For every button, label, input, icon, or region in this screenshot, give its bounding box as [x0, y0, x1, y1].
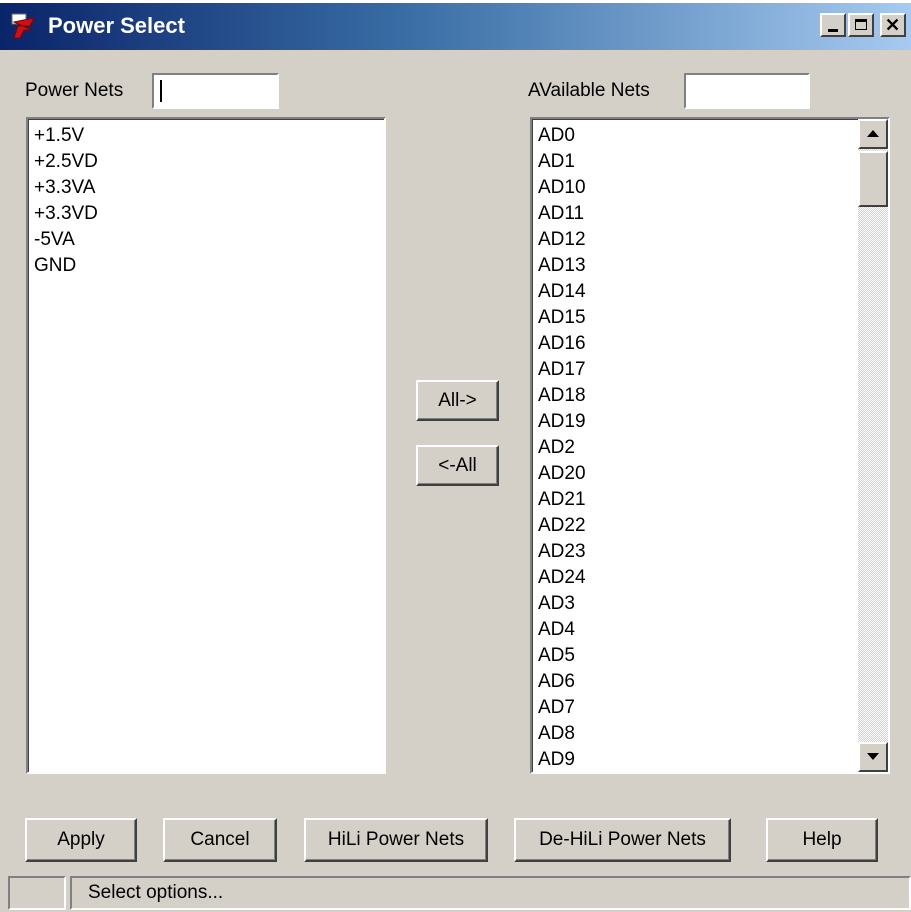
power-nets-filter-input[interactable]	[152, 73, 279, 109]
list-item[interactable]: +2.5VD	[30, 149, 384, 175]
list-item[interactable]: AD12	[534, 227, 856, 253]
minimize-icon	[828, 29, 838, 32]
list-item[interactable]: AD21	[534, 487, 856, 513]
status-text: Select options...	[70, 876, 911, 910]
help-button[interactable]: Help	[766, 818, 878, 862]
list-item[interactable]: AD23	[534, 539, 856, 565]
list-item[interactable]: AD11	[534, 201, 856, 227]
status-indicator-pane	[8, 876, 66, 910]
list-item[interactable]: +3.3VA	[30, 175, 384, 201]
list-item[interactable]: AD19	[534, 409, 856, 435]
list-item[interactable]: AD10	[534, 175, 856, 201]
cancel-button[interactable]: Cancel	[163, 818, 277, 862]
list-item[interactable]: GND	[30, 253, 384, 279]
available-nets-filter-input[interactable]	[684, 73, 810, 109]
list-item[interactable]: AD20	[534, 461, 856, 487]
list-item[interactable]: AD17	[534, 357, 856, 383]
list-item[interactable]: AD3	[534, 591, 856, 617]
list-item[interactable]: AD6	[534, 669, 856, 695]
close-icon	[886, 18, 899, 31]
power-nets-label: Power Nets	[25, 80, 124, 101]
move-all-left-button[interactable]: <-All	[416, 445, 499, 486]
close-button[interactable]	[880, 13, 906, 37]
scroll-up-button[interactable]	[858, 119, 888, 149]
list-item[interactable]: AD13	[534, 253, 856, 279]
power-nets-list[interactable]: +1.5V +2.5VD +3.3VA +3.3VD -5VA GND	[26, 117, 386, 774]
title-bar[interactable]: Power Select	[0, 0, 911, 50]
list-item[interactable]: AD22	[534, 513, 856, 539]
list-item[interactable]: +1.5V	[30, 123, 384, 149]
maximize-button[interactable]	[848, 13, 874, 37]
window-title: Power Select	[48, 13, 185, 38]
list-item[interactable]: -5VA	[30, 227, 384, 253]
list-item[interactable]: AD9	[534, 747, 856, 772]
list-item[interactable]: AD18	[534, 383, 856, 409]
app-logo-icon	[11, 13, 35, 39]
minimize-button[interactable]	[820, 13, 846, 37]
available-nets-scrollbar[interactable]	[858, 119, 888, 772]
scroll-down-button[interactable]	[858, 742, 888, 772]
scroll-thumb[interactable]	[858, 151, 888, 207]
list-item[interactable]: AD15	[534, 305, 856, 331]
list-item[interactable]: AD1	[534, 149, 856, 175]
list-item[interactable]: AD5	[534, 643, 856, 669]
available-nets-list[interactable]: AD0 AD1 AD10 AD11 AD12 AD13 AD14 AD15 AD16 AD17 AD…	[530, 117, 890, 774]
list-item[interactable]: AD2	[534, 435, 856, 461]
list-item[interactable]: AD4	[534, 617, 856, 643]
list-item[interactable]: AD14	[534, 279, 856, 305]
hili-power-nets-button[interactable]: HiLi Power Nets	[304, 818, 488, 862]
list-item[interactable]: +3.3VD	[30, 201, 384, 227]
scroll-up-arrow-icon	[867, 130, 879, 137]
dehili-power-nets-button[interactable]: De-HiLi Power Nets	[514, 818, 731, 862]
text-caret	[160, 80, 162, 102]
scroll-down-arrow-icon	[867, 753, 879, 760]
list-item[interactable]: AD0	[534, 123, 856, 149]
list-item[interactable]: AD16	[534, 331, 856, 357]
list-item[interactable]: AD7	[534, 695, 856, 721]
list-item[interactable]: AD8	[534, 721, 856, 747]
maximize-icon	[855, 19, 867, 30]
move-all-right-button[interactable]: All->	[416, 380, 499, 421]
apply-button[interactable]: Apply	[25, 818, 137, 862]
list-item[interactable]: AD24	[534, 565, 856, 591]
available-nets-label: AVailable Nets	[528, 80, 650, 101]
